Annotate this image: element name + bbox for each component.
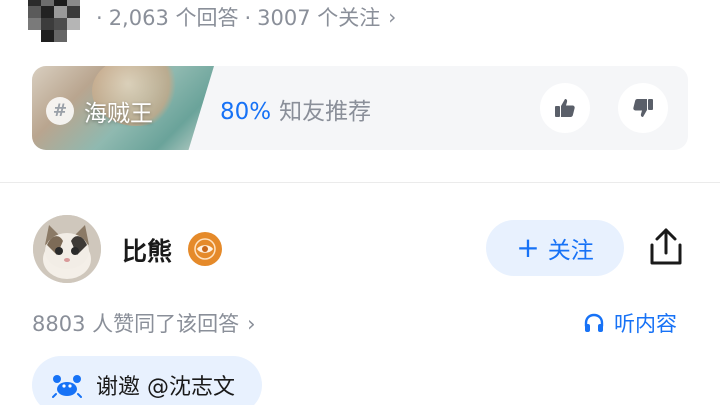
- hashtag-icon: #: [46, 97, 74, 125]
- thumbs-up-icon: [555, 99, 575, 117]
- agree-count-link[interactable]: 8803 人赞同了该回答 ›: [32, 308, 256, 338]
- eye-icon: [194, 238, 216, 260]
- question-stats-row[interactable]: · 2,063 个回答 · 3007 个关注 ›: [28, 0, 397, 42]
- topic-name: 海贼王: [84, 101, 153, 127]
- chevron-right-icon: ›: [388, 5, 397, 29]
- thumbs-down-button[interactable]: [618, 83, 668, 133]
- chevron-right-icon: ›: [247, 312, 256, 336]
- recommend-label: 知友推荐: [279, 99, 372, 125]
- thumbs-down-icon: [633, 99, 653, 117]
- recommend-percent: 80%: [220, 99, 272, 125]
- invite-tag[interactable]: 谢邀 @沈志文: [32, 356, 262, 405]
- share-icon: [650, 228, 682, 265]
- question-stats-text: · 2,063 个回答 · 3007 个关注: [90, 2, 380, 32]
- listen-label: 听内容: [614, 312, 677, 336]
- author-name[interactable]: 比熊: [122, 232, 172, 268]
- section-divider: [0, 182, 720, 183]
- share-button[interactable]: [644, 225, 688, 269]
- recommend-rate: 80% 知友推荐: [220, 92, 371, 126]
- listen-content-button[interactable]: 听内容: [582, 308, 677, 338]
- cat-avatar-image: [33, 215, 101, 283]
- topic-tag[interactable]: # 海贼王: [46, 94, 153, 128]
- eye-badge-icon[interactable]: [188, 232, 222, 266]
- stats-separator: ·: [96, 6, 103, 30]
- invite-text: 谢邀 @沈志文: [96, 375, 235, 400]
- agree-count-text: 8803 人赞同了该回答: [32, 312, 240, 336]
- topic-card[interactable]: # 海贼王 80% 知友推荐: [32, 66, 688, 150]
- follow-label: 关注: [547, 238, 594, 264]
- headphones-icon: [584, 313, 604, 332]
- thumbs-up-button[interactable]: [540, 83, 590, 133]
- follower-count: 3007 个关注: [257, 6, 381, 30]
- crab-icon: [52, 375, 82, 398]
- author-avatar[interactable]: [33, 215, 101, 283]
- pixelated-avatar-thumbnail: [28, 0, 80, 42]
- answer-count: 2,063 个回答: [108, 6, 239, 30]
- follow-button[interactable]: + 关注: [486, 220, 624, 276]
- stats-separator: ·: [244, 6, 252, 30]
- plus-icon: +: [516, 231, 540, 264]
